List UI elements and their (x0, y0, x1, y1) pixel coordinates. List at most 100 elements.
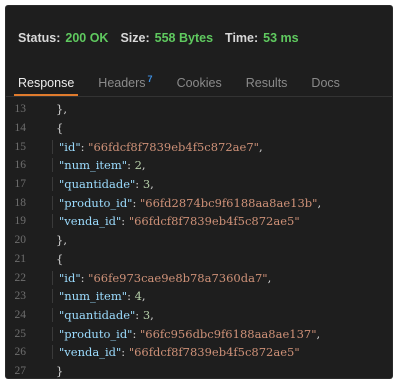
json-separator: : (135, 307, 143, 322)
json-key: "venda_id" (59, 345, 122, 360)
json-key: "quantidade" (59, 177, 136, 192)
line-number: 17 (14, 178, 27, 191)
line-number: 23 (14, 290, 27, 303)
json-key: "venda_id" (59, 214, 122, 229)
code-line: 25 "produto_id": "66fc956dbc9f6188aa8ae13… (6, 324, 392, 343)
line-number: 24 (14, 308, 27, 321)
line-number: 16 (14, 159, 27, 172)
line-number: 19 (14, 215, 27, 228)
code-line: 23 "num_item": 4, (6, 287, 392, 306)
headers-count-badge: 7 (147, 73, 153, 84)
json-key: "produto_id" (59, 326, 133, 341)
line-number: 13 (14, 103, 27, 116)
code-content: "num_item": 2, (52, 158, 146, 173)
json-key: "quantidade" (59, 307, 136, 322)
json-punctuation: , (141, 289, 146, 304)
line-number: 18 (14, 196, 27, 209)
tab-headers-label: Headers (98, 76, 146, 90)
code-line: 24 "quantidade": 3, (6, 306, 392, 325)
size-value: 558 Bytes (154, 31, 214, 45)
line-number: 15 (14, 140, 27, 153)
tab-cookies-label: Cookies (176, 76, 222, 90)
code-line: 21 { (6, 250, 392, 269)
json-value: 4 (134, 289, 142, 304)
code-content: }, (56, 102, 67, 117)
json-punctuation: , (141, 158, 146, 173)
code-content: "quantidade": 3, (52, 177, 154, 192)
json-punctuation: , (258, 139, 263, 154)
json-value: 2 (134, 158, 142, 173)
code-line: 26 "venda_id": "66fdcf8f7839eb4f5c872ae5" (6, 343, 392, 362)
code-content: "id": "66fdcf8f7839eb4f5c872ae7", (52, 139, 263, 154)
code-content: "id": "66fe973cae9e8b78a7360da7", (52, 270, 272, 285)
time-label: Time: (225, 31, 259, 45)
json-separator: : (127, 289, 135, 304)
line-number: 21 (14, 252, 27, 265)
json-key: "produto_id" (59, 195, 133, 210)
time-group: Time: 53 ms (225, 31, 299, 45)
code-content: { (56, 251, 64, 266)
response-panel: Status: 200 OK Size: 558 Bytes Time: 53 … (6, 6, 392, 378)
response-tabs: Response Headers 7 Cookies Results Docs (6, 70, 392, 96)
status-label: Status: (18, 31, 61, 45)
response-body-code[interactable]: 13}, 14 {15 "id": "66fdcf8f7839eb4f5c872ae7… (6, 100, 392, 378)
json-key: "num_item" (59, 289, 128, 304)
json-key: "id" (59, 270, 81, 285)
line-number: 25 (14, 327, 27, 340)
status-value: 200 OK (65, 31, 109, 45)
code-content: "venda_id": "66fdcf8f7839eb4f5c872ae5" (52, 214, 300, 229)
code-content: "quantidade": 3, (52, 307, 154, 322)
tab-response-label: Response (18, 76, 75, 90)
json-punctuation: , (150, 177, 154, 192)
tab-cookies[interactable]: Cookies (165, 76, 234, 96)
json-punctuation: , (150, 307, 154, 322)
line-number: 14 (14, 122, 27, 135)
code-line: 14 { (6, 119, 392, 138)
code-line: 22 "id": "66fe973cae9e8b78a7360da7", (6, 268, 392, 287)
json-separator: : (132, 195, 140, 210)
json-key: "id" (59, 139, 81, 154)
json-separator: : (127, 158, 135, 173)
json-separator: : (121, 214, 129, 229)
json-value: "66fe973cae9e8b78a7360da7" (88, 270, 268, 285)
response-status-bar: Status: 200 OK Size: 558 Bytes Time: 53 … (6, 28, 392, 48)
code-line: 18 "produto_id": "66fd2874bc9f6188aa8ae13… (6, 193, 392, 212)
size-label: Size: (120, 31, 150, 45)
json-value: "66fdcf8f7839eb4f5c872ae7" (88, 139, 259, 154)
code-content: "produto_id": "66fd2874bc9f6188aa8ae13b"… (52, 195, 322, 210)
tab-response[interactable]: Response (6, 76, 86, 96)
json-punctuation: , (316, 326, 321, 341)
line-number: 22 (14, 271, 27, 284)
line-number: 27 (14, 364, 27, 377)
line-number: 20 (14, 234, 27, 247)
code-line: 17 "quantidade": 3, (6, 175, 392, 194)
status-group: Status: 200 OK (18, 31, 108, 45)
json-punctuation: , (267, 270, 272, 285)
json-punctuation: , (317, 195, 322, 210)
code-content: }, (56, 233, 67, 248)
code-content: { (56, 121, 64, 136)
time-value: 53 ms (263, 31, 299, 45)
tab-results-label: Results (245, 76, 288, 90)
code-line: 13}, (6, 100, 392, 119)
tab-docs-label: Docs (311, 76, 340, 90)
tab-headers[interactable]: Headers 7 (86, 74, 164, 96)
code-content: "num_item": 4, (52, 289, 146, 304)
line-number: 26 (14, 346, 27, 359)
json-separator: : (132, 326, 140, 341)
json-value: "66fdcf8f7839eb4f5c872ae5" (128, 214, 300, 229)
code-line: 20}, (6, 231, 392, 250)
code-content: "produto_id": "66fc956dbc9f6188aa8ae137"… (52, 326, 321, 341)
tabs-divider (6, 96, 392, 97)
tab-docs[interactable]: Docs (299, 76, 351, 96)
code-line: 16 "num_item": 2, (6, 156, 392, 175)
json-separator: : (135, 177, 143, 192)
size-group: Size: 558 Bytes (120, 31, 213, 45)
tab-results[interactable]: Results (234, 76, 300, 96)
code-line: 27} (6, 362, 392, 378)
json-value: "66fdcf8f7839eb4f5c872ae5" (128, 345, 300, 360)
json-key: "num_item" (59, 158, 128, 173)
json-value: "66fc956dbc9f6188aa8ae137" (140, 326, 317, 341)
code-content: } (56, 363, 64, 378)
json-value: "66fd2874bc9f6188aa8ae13b" (140, 195, 318, 210)
